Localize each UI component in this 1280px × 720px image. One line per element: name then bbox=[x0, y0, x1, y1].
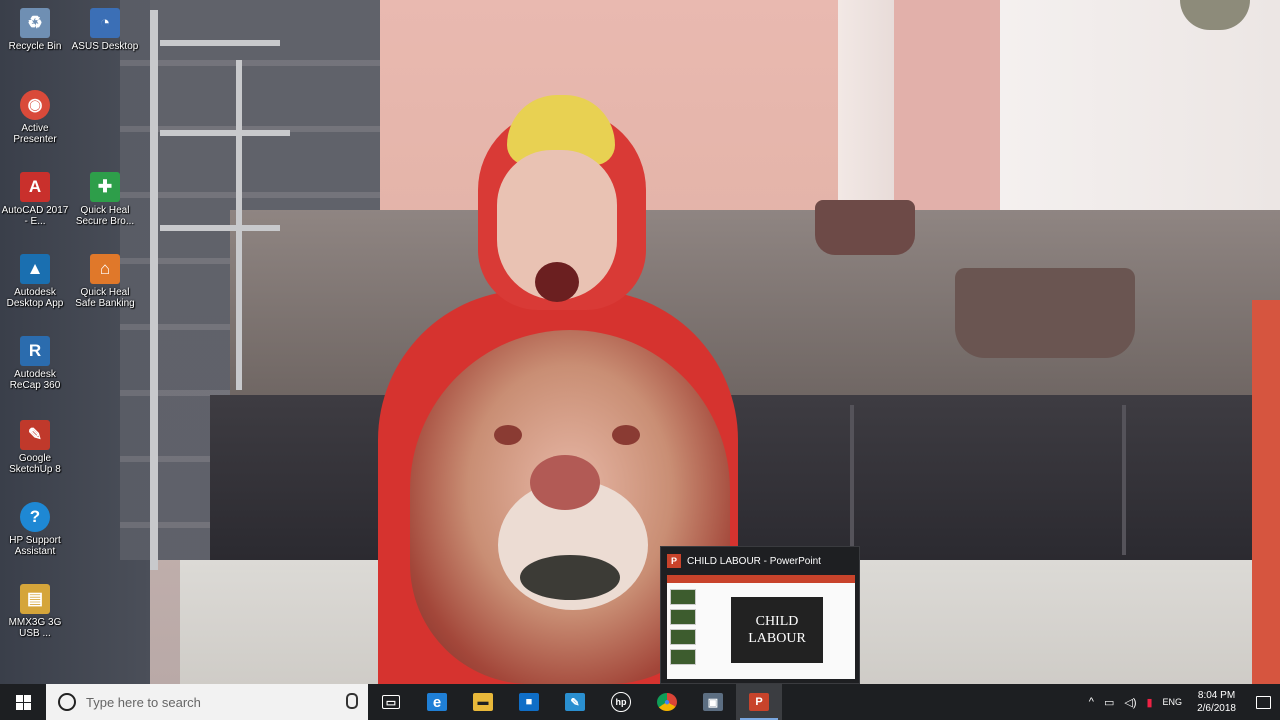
windows-logo-icon bbox=[15, 694, 31, 710]
taskbar-task-view[interactable]: ▭ bbox=[368, 684, 414, 720]
taskbar-snipping-tool[interactable]: ✎ bbox=[552, 684, 598, 720]
wallpaper-platform bbox=[210, 395, 1270, 560]
speaker-icon[interactable]: ◁) bbox=[1119, 696, 1141, 709]
start-button[interactable] bbox=[0, 684, 46, 720]
hp-icon: hp bbox=[611, 692, 631, 712]
edge-icon: e bbox=[427, 693, 447, 711]
preview-slide-thumb bbox=[670, 589, 696, 605]
snipping-icon: ✎ bbox=[565, 693, 585, 711]
preview-slide-thumb bbox=[670, 609, 696, 625]
taskbar-store[interactable]: ■ bbox=[506, 684, 552, 720]
microphone-icon[interactable] bbox=[346, 693, 358, 709]
wallpaper-lion-eye bbox=[494, 425, 522, 445]
autodesk-icon: ▲ bbox=[20, 254, 50, 284]
wallpaper-pot bbox=[815, 200, 915, 255]
language-indicator[interactable]: ENG bbox=[1158, 697, 1188, 707]
action-center-button[interactable] bbox=[1246, 684, 1280, 720]
battery-icon[interactable]: ▭ bbox=[1099, 696, 1119, 709]
desktop-icon-quick-heal-browser[interactable]: ✚ Quick Heal Secure Bro... bbox=[70, 172, 140, 227]
taskbar-powerpoint[interactable]: P bbox=[736, 684, 782, 720]
clock-time: 8:04 PM bbox=[1197, 690, 1236, 701]
powerpoint-icon: P bbox=[667, 554, 681, 568]
modem-icon: ▤ bbox=[20, 584, 50, 614]
recycle-bin-icon: ♻ bbox=[20, 8, 50, 38]
wallpaper-seam bbox=[1122, 405, 1126, 555]
gadget-icon: ▣ bbox=[703, 693, 723, 711]
clock-date: 2/6/2018 bbox=[1197, 703, 1236, 714]
preview-slide-content: CHILD LABOUR bbox=[731, 597, 823, 663]
wallpaper-post bbox=[1252, 300, 1280, 684]
cortana-icon bbox=[58, 693, 76, 711]
store-icon: ■ bbox=[519, 693, 539, 711]
wallpaper-railing bbox=[160, 40, 280, 46]
desktop-icon-label: ASUS Desktop bbox=[71, 41, 139, 52]
sketchup-icon: ✎ bbox=[20, 420, 50, 450]
wallpaper-seam bbox=[850, 405, 854, 555]
wallpaper-railing bbox=[150, 10, 158, 570]
desktop-icon-label: HP Support Assistant bbox=[9, 535, 61, 557]
wallpaper-mouth bbox=[535, 262, 579, 302]
notification-icon bbox=[1255, 695, 1271, 709]
hp-support-icon: ? bbox=[20, 502, 50, 532]
search-box[interactable]: Type here to search bbox=[46, 684, 368, 720]
asus-icon: ◔ bbox=[90, 8, 120, 38]
desktop-icon-label: Autodesk Desktop App bbox=[6, 287, 64, 309]
wallpaper-lion-eye bbox=[612, 425, 640, 445]
network-icon[interactable]: ▮ bbox=[1141, 696, 1157, 709]
desktop-wallpaper bbox=[0, 0, 1280, 684]
desktop-icon-hp-support[interactable]: ? HP Support Assistant bbox=[0, 502, 70, 557]
slide-title-line: LABOUR bbox=[748, 631, 806, 646]
desktop-icon-recycle-bin[interactable]: ♻ Recycle Bin bbox=[0, 8, 70, 52]
desktop-icon-safe-banking[interactable]: ⌂ Quick Heal Safe Banking bbox=[70, 254, 140, 309]
taskbar-gadget[interactable]: ▣ bbox=[690, 684, 736, 720]
desktop-icon-label: Active Presenter bbox=[13, 123, 57, 145]
folder-icon: ▬ bbox=[473, 693, 493, 711]
preview-title: CHILD LABOUR - PowerPoint bbox=[687, 555, 821, 567]
preview-slide-thumb bbox=[670, 629, 696, 645]
taskbar-edge[interactable]: e bbox=[414, 684, 460, 720]
wallpaper-pot bbox=[955, 268, 1135, 358]
clock[interactable]: 8:04 PM 2/6/2018 bbox=[1187, 689, 1246, 715]
desktop-icon-sketchup[interactable]: ✎ Google SketchUp 8 bbox=[0, 420, 70, 475]
preview-slide: CHILD LABOUR bbox=[667, 575, 855, 679]
search-placeholder: Type here to search bbox=[86, 694, 201, 710]
taskbar-hp[interactable]: hp bbox=[598, 684, 644, 720]
preview-slide-thumb bbox=[670, 649, 696, 665]
recap-icon: R bbox=[20, 336, 50, 366]
desktop-icon-label: AutoCAD 2017 - E... bbox=[1, 205, 69, 227]
powerpoint-icon: P bbox=[749, 693, 769, 711]
desktop-icon-label: Quick Heal Safe Banking bbox=[75, 287, 135, 309]
chrome-icon: ● bbox=[657, 693, 677, 711]
desktop-icon-recap[interactable]: R Autodesk ReCap 360 bbox=[0, 336, 70, 391]
desktop-icon-autodesk-app[interactable]: ▲ Autodesk Desktop App bbox=[0, 254, 70, 309]
system-tray: ^ ▭ ◁) ▮ ENG 8:04 PM 2/6/2018 bbox=[1084, 684, 1280, 720]
taskbar-file-explorer[interactable]: ▬ bbox=[460, 684, 506, 720]
taskbar-chrome[interactable]: ● bbox=[644, 684, 690, 720]
wallpaper-lion-mouth bbox=[520, 555, 620, 600]
show-hidden-icons-chevron-icon[interactable]: ^ bbox=[1084, 696, 1099, 708]
desktop-icon-label: Quick Heal Secure Bro... bbox=[75, 205, 135, 227]
wallpaper-railing bbox=[160, 130, 290, 136]
wallpaper-railing bbox=[160, 225, 280, 231]
desktop-icon-autocad[interactable]: A AutoCAD 2017 - E... bbox=[0, 172, 70, 227]
safe-banking-icon: ⌂ bbox=[90, 254, 120, 284]
quick-heal-icon: ✚ bbox=[90, 172, 120, 202]
desktop-icon-asus-desktop[interactable]: ◔ ASUS Desktop bbox=[70, 8, 140, 52]
taskbar: Type here to search ▭ e ▬ ■ ✎ hp ● ▣ P ^… bbox=[0, 684, 1280, 720]
desktop-icon-usb-modem[interactable]: ▤ MMX3G 3G USB ... bbox=[0, 584, 70, 639]
slide-title-line: CHILD bbox=[755, 614, 799, 629]
desktop-icon-label: Recycle Bin bbox=[8, 41, 62, 52]
autocad-icon: A bbox=[20, 172, 50, 202]
preview-ribbon bbox=[667, 575, 855, 583]
taskbar-preview-powerpoint[interactable]: P CHILD LABOUR - PowerPoint CHILD LABOUR bbox=[660, 546, 860, 684]
wallpaper-pink-wall bbox=[894, 0, 1004, 230]
desktop-icon-active-presenter[interactable]: ◉ Active Presenter bbox=[0, 90, 70, 145]
wallpaper-lion-nose bbox=[530, 455, 600, 510]
desktop-icon-label: Autodesk ReCap 360 bbox=[9, 369, 61, 391]
active-presenter-icon: ◉ bbox=[20, 90, 50, 120]
preview-header: P CHILD LABOUR - PowerPoint bbox=[661, 547, 859, 575]
desktop-icon-label: Google SketchUp 8 bbox=[9, 453, 61, 475]
desktop-icon-label: MMX3G 3G USB ... bbox=[8, 617, 62, 639]
task-view-icon: ▭ bbox=[382, 695, 400, 709]
